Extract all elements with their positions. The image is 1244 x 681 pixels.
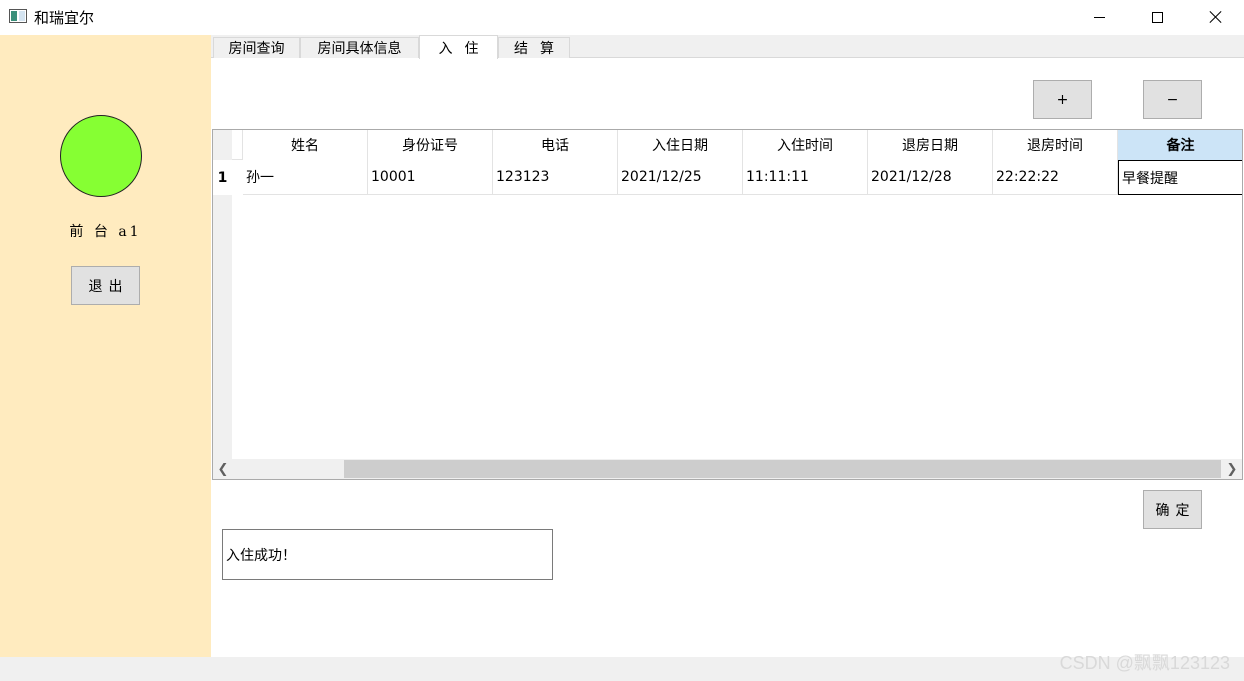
tab-check-in[interactable]: 入住	[419, 35, 498, 59]
guest-table[interactable]: 1 姓名 身份证号 电话 入住日期 入住时间 退房日期 退房时间 备注 孙一 1…	[212, 129, 1243, 480]
column-header-remarks[interactable]: 备注	[1118, 130, 1242, 160]
column-header-name[interactable]: 姓名	[243, 130, 368, 160]
add-row-button[interactable]: +	[1033, 80, 1092, 119]
minimize-icon	[1093, 16, 1105, 18]
remove-row-button[interactable]: −	[1143, 80, 1202, 119]
app-window-icon	[9, 9, 27, 23]
table-cell[interactable]: 123123	[493, 160, 618, 195]
table-cell-editor[interactable]: 早餐提醒	[1118, 160, 1242, 195]
status-message: 入住成功！	[222, 529, 553, 580]
table-header: 姓名 身份证号 电话 入住日期 入住时间 退房日期 退房时间 备注	[243, 130, 1242, 160]
close-button[interactable]	[1187, 0, 1244, 34]
row-header: 1	[213, 160, 243, 459]
table-cell[interactable]: 10001	[368, 160, 493, 195]
watermark: CSDN @飘飘123123	[1059, 653, 1230, 673]
scroll-right-icon[interactable]: ❯	[1222, 459, 1242, 479]
table-row: 孙一 10001 123123 2021/12/25 11:11:11 2021…	[243, 160, 1242, 195]
table-cell[interactable]: 22:22:22	[993, 160, 1118, 195]
table-cell[interactable]: 2021/12/28	[868, 160, 993, 195]
user-label: 前 台 a1	[69, 224, 142, 240]
logout-button[interactable]: 退出	[71, 266, 140, 305]
table-cell[interactable]: 11:11:11	[743, 160, 868, 195]
horizontal-scrollbar[interactable]: ❮ ❯	[213, 459, 1242, 479]
table-corner[interactable]	[213, 130, 243, 459]
column-header-checkout-time[interactable]: 退房时间	[993, 130, 1118, 160]
tab-room-details[interactable]: 房间具体信息	[300, 37, 419, 58]
status-indicator	[60, 115, 142, 197]
column-header-phone[interactable]: 电话	[493, 130, 618, 160]
window-title: 和瑞宜尔	[34, 9, 95, 27]
maximize-icon	[1151, 11, 1163, 23]
maximize-button[interactable]	[1128, 0, 1186, 34]
minimize-button[interactable]	[1070, 0, 1128, 34]
table-cell[interactable]: 孙一	[243, 160, 368, 195]
column-header-id-number[interactable]: 身份证号	[368, 130, 493, 160]
close-icon	[1209, 10, 1223, 24]
column-header-checkout-date[interactable]: 退房日期	[868, 130, 993, 160]
column-header-checkin-date[interactable]: 入住日期	[618, 130, 743, 160]
scroll-left-icon[interactable]: ❮	[213, 459, 233, 479]
tab-bar: 房间查询 房间具体信息 入住 结算	[211, 35, 1244, 59]
row-header-cell[interactable]: 1	[213, 160, 232, 195]
title-bar: 和瑞宜尔	[0, 0, 1244, 34]
column-header-checkin-time[interactable]: 入住时间	[743, 130, 868, 160]
table-cell[interactable]: 2021/12/25	[618, 160, 743, 195]
confirm-button[interactable]: 确定	[1143, 490, 1202, 529]
tab-checkout[interactable]: 结算	[498, 37, 570, 58]
scroll-thumb[interactable]	[344, 460, 1221, 478]
status-bar	[0, 657, 1244, 681]
tab-room-query[interactable]: 房间查询	[213, 37, 300, 58]
sidebar: 前 台 a1 退出	[0, 35, 211, 657]
app-window: 和瑞宜尔 前 台 a1 退出 房间查询 房间具体信息 入住 结算 + − 1 姓…	[0, 0, 1244, 681]
